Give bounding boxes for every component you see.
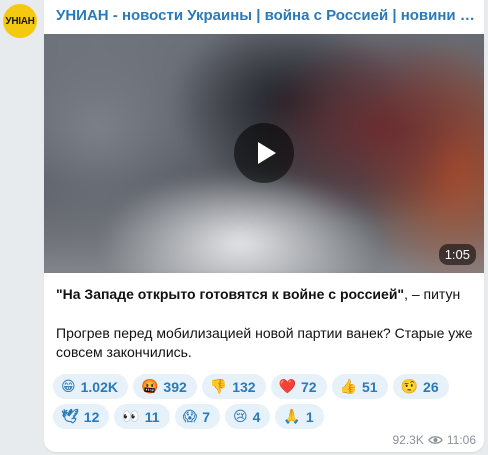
channel-name[interactable]: УНИАН - новости Украины | война с Россие… (56, 7, 476, 24)
message-quote: "На Западе открыто готовятся к войне с р… (56, 286, 405, 302)
reaction-emoji: 🤬 (140, 378, 159, 395)
message-text: "На Западе открыто готовятся к войне с р… (56, 285, 474, 362)
message-bubble: УНИАН - новости Украины | война с Россие… (44, 0, 484, 452)
reaction-button[interactable]: 👀 11 (114, 404, 170, 429)
reactions-bar: 😁 1.02K 🤬 392 👎 132 ❤️ 72 👍 51 🤨 26 🕊 12 👀 11 😱 7… (53, 374, 478, 429)
reaction-count: 7 (202, 408, 211, 425)
reaction-button[interactable]: 🤬 392 (132, 374, 197, 399)
message-quote-suffix: , – питун (404, 286, 461, 302)
reaction-count: 11 (144, 408, 160, 425)
reaction-emoji: 😢 (233, 408, 248, 425)
reaction-count: 132 (232, 378, 256, 395)
reaction-emoji: 🤨 (400, 378, 419, 395)
reaction-button[interactable]: 😱 7 (174, 404, 221, 429)
reaction-count: 1.02K (80, 378, 118, 395)
reaction-button[interactable]: 👍 51 (331, 374, 388, 399)
message-body: Прогрев перед мобилизацией новой партии … (56, 325, 473, 360)
view-count: 92.3K (392, 433, 424, 447)
reaction-emoji: 🙏 (283, 408, 301, 425)
reaction-count: 1 (305, 408, 314, 425)
reaction-count: 392 (163, 378, 187, 395)
reaction-count: 26 (423, 378, 439, 395)
reaction-button[interactable]: 👎 132 (201, 374, 266, 399)
reaction-emoji: 👍 (339, 378, 358, 395)
reaction-button[interactable]: 🕊 12 (53, 404, 110, 429)
reaction-button[interactable]: ❤️ 72 (270, 374, 327, 399)
reaction-count: 51 (362, 378, 378, 395)
reaction-button[interactable]: 🙏 1 (275, 404, 324, 429)
reaction-emoji: ❤️ (278, 378, 296, 395)
reaction-button[interactable]: 😁 1.02K (53, 374, 128, 399)
reaction-count: 12 (83, 408, 100, 425)
reaction-emoji: 👎 (209, 378, 228, 395)
video-duration: 1:05 (438, 244, 476, 265)
channel-avatar[interactable]: УНIАН (3, 4, 37, 38)
reaction-count: 4 (252, 408, 261, 425)
message-time: 11:06 (446, 433, 476, 447)
message-meta: 92.3K 11:06 (393, 433, 477, 447)
reaction-count: 72 (301, 378, 317, 395)
reaction-button[interactable]: 🤨 26 (392, 374, 449, 399)
play-icon[interactable] (234, 123, 294, 183)
reaction-emoji: 😱 (182, 408, 198, 425)
video-player[interactable]: 1:05 (44, 34, 484, 273)
reaction-emoji: 😁 (61, 378, 76, 395)
reaction-button[interactable]: 😢 4 (225, 404, 271, 429)
eye-icon (428, 436, 443, 444)
reaction-emoji: 👀 (122, 408, 140, 425)
reaction-emoji: 🕊 (61, 408, 79, 425)
